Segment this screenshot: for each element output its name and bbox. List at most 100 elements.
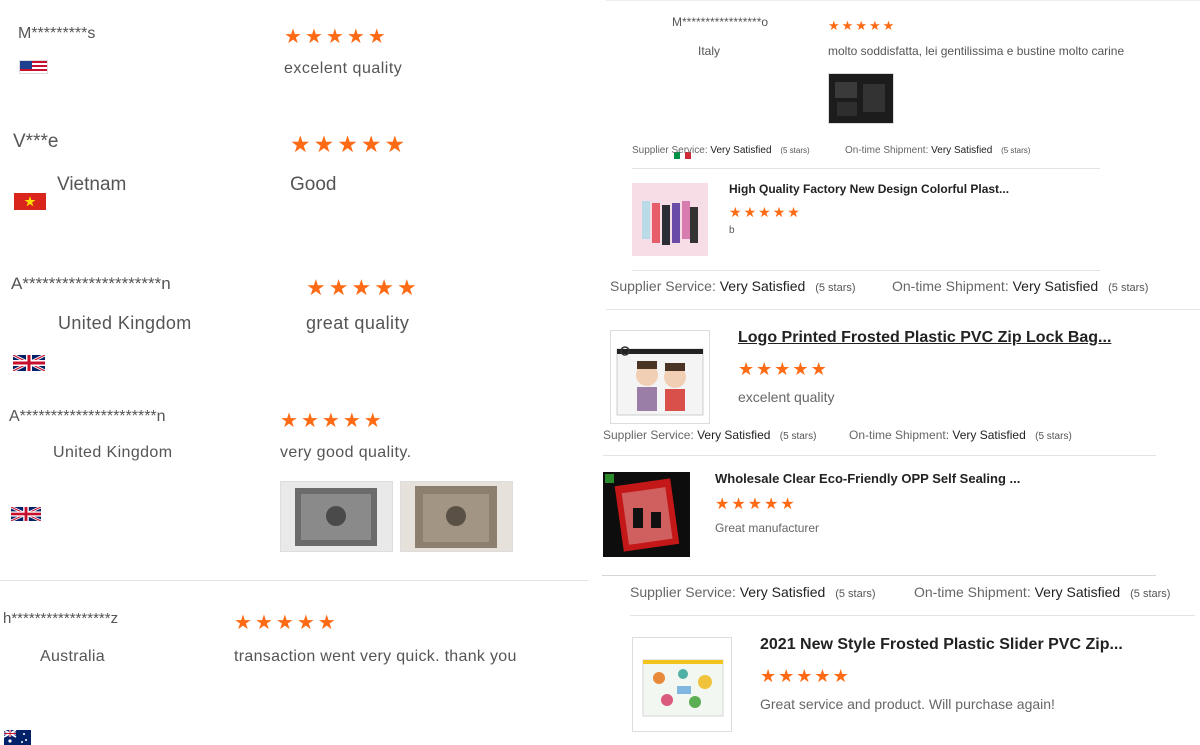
star-icon: ★ (792, 359, 809, 379)
vietnam-flag-icon (14, 193, 46, 210)
star-icon: ★ (321, 410, 340, 432)
shipment-stars: (5 stars) (1035, 431, 1072, 442)
star-icon: ★ (738, 359, 755, 379)
star-icon: ★ (774, 359, 791, 379)
star-icon: ★ (313, 131, 335, 157)
divider (603, 455, 1156, 456)
reviewer-name: V***e (13, 131, 59, 152)
star-icon: ★ (328, 275, 349, 300)
rating-stars: ★ ★ ★ ★ ★ (234, 613, 336, 633)
divider (602, 575, 1156, 576)
product-image[interactable] (632, 183, 708, 256)
star-icon: ★ (760, 666, 777, 686)
star-icon: ★ (772, 204, 786, 220)
review-photo[interactable] (400, 481, 513, 552)
product-image[interactable] (603, 472, 690, 557)
review-comment: Good (290, 174, 337, 195)
supplier-service-rating: Supplier Service: Very Satisfied (5 star… (632, 145, 810, 156)
star-icon: ★ (810, 359, 827, 379)
shipment-value: Very Satisfied (952, 428, 1026, 442)
star-icon: ★ (868, 18, 881, 33)
star-icon: ★ (731, 496, 746, 513)
shipment-stars: (5 stars) (1130, 588, 1171, 600)
shipment-label: On-time Shipment: (845, 145, 929, 156)
star-icon: ★ (337, 131, 358, 157)
star-icon: ★ (758, 204, 771, 220)
star-icon: ★ (360, 131, 382, 157)
shipment-rating: On-time Shipment: Very Satisfied (5 star… (849, 428, 1072, 442)
uk-flag-icon (11, 507, 41, 521)
rating-stars: ★ ★ ★ ★ ★ (715, 497, 795, 513)
review-photo[interactable] (828, 73, 894, 124)
rating-stars: ★ ★ ★ ★ ★ (760, 667, 849, 685)
review-comment: transaction went very quick. thank you (234, 648, 517, 665)
review-comment: very good quality. (280, 444, 412, 461)
rating-stars: ★ ★ ★ ★ ★ (284, 27, 386, 47)
review-item: h*****************z Australia ★ ★ ★ ★ ★ tran… (0, 81, 1200, 745)
rating-stars: ★ ★ ★ ★ ★ (729, 205, 800, 219)
star-icon: ★ (855, 18, 867, 33)
shipment-stars: (5 stars) (1001, 146, 1031, 155)
divider (632, 168, 1100, 169)
reviewer-name: A*********************n (11, 274, 171, 293)
supplier-service-label: Supplier Service: (630, 584, 736, 600)
reviewer-country: United Kingdom (58, 313, 192, 333)
review-item: M*********s ★ ★ ★ ★ ★ excelent quality (0, 0, 1200, 77)
star-icon: ★ (325, 26, 344, 48)
us-flag-icon (19, 60, 48, 74)
rating-stars: ★ ★ ★ ★ ★ (738, 360, 827, 378)
supplier-service-stars: (5 stars) (835, 588, 876, 600)
product-image[interactable] (610, 330, 710, 424)
right-review-panel: M*****************o Italy ★ ★ ★ ★ ★ molto so… (0, 0, 1200, 732)
supplier-service-stars: (5 stars) (780, 146, 810, 155)
supplier-service-stars: (5 stars) (815, 282, 856, 294)
divider (0, 580, 588, 581)
star-icon: ★ (780, 496, 795, 513)
star-icon: ★ (284, 26, 302, 48)
star-icon: ★ (300, 410, 319, 432)
star-icon: ★ (796, 666, 813, 686)
shipment-value: Very Satisfied (1034, 584, 1121, 600)
star-icon: ★ (715, 496, 730, 513)
star-icon: ★ (367, 26, 386, 48)
star-icon: ★ (306, 275, 326, 300)
star-icon: ★ (396, 275, 417, 300)
star-icon: ★ (832, 666, 849, 686)
star-icon: ★ (743, 204, 757, 220)
star-icon: ★ (841, 18, 854, 33)
review-photo[interactable] (280, 481, 393, 552)
product-title-link[interactable]: 2021 New Style Frosted Plastic Slider PV… (760, 636, 1123, 654)
star-icon: ★ (828, 18, 840, 33)
star-icon: ★ (346, 26, 365, 48)
review-comment: Great service and product. Will purchase… (760, 696, 1055, 712)
star-icon: ★ (729, 204, 742, 220)
supplier-service-rating: Supplier Service: Very Satisfied (5 star… (610, 278, 856, 294)
product-title-link[interactable]: Logo Printed Frosted Plastic PVC Zip Loc… (738, 329, 1111, 347)
product-title-link[interactable]: Wholesale Clear Eco-Friendly OPP Self Se… (715, 471, 1020, 486)
review-item: A**********************n United Kingdom … (0, 62, 1200, 552)
supplier-service-label: Supplier Service: (603, 428, 694, 442)
star-icon: ★ (280, 410, 298, 432)
uk-flag-icon (13, 355, 45, 371)
reviewer-name: A**********************n (9, 408, 166, 425)
australia-flag-icon (4, 730, 31, 745)
supplier-service-value: Very Satisfied (719, 278, 806, 294)
star-icon: ★ (747, 496, 763, 513)
rating-stars: ★ ★ ★ ★ ★ (280, 411, 382, 431)
supplier-service-stars: (5 stars) (779, 431, 817, 442)
star-icon: ★ (351, 275, 372, 300)
product-title-link[interactable]: High Quality Factory New Design Colorful… (729, 182, 1009, 196)
star-icon: ★ (787, 204, 800, 220)
divider (606, 309, 1200, 310)
star-icon: ★ (778, 666, 795, 686)
product-image[interactable] (632, 637, 732, 732)
reviewer-country: Vietnam (57, 174, 127, 195)
review-item: M*****************o Italy ★ ★ ★ ★ ★ molto so… (0, 15, 1200, 159)
supplier-service-value: Very Satisfied (739, 584, 826, 600)
shipment-value: Very Satisfied (931, 145, 993, 156)
star-icon: ★ (342, 410, 361, 432)
rating-stars: ★ ★ ★ ★ ★ (306, 277, 417, 299)
shipment-stars: (5 stars) (1108, 282, 1149, 294)
reviewer-name: M*****************o (672, 15, 769, 29)
star-icon: ★ (317, 612, 336, 634)
